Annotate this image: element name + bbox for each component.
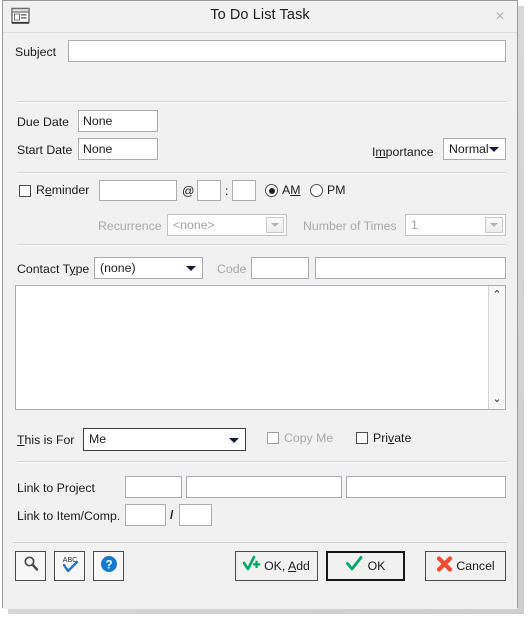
- divider-5: [13, 542, 507, 543]
- this-is-for-label: This is For: [17, 433, 75, 447]
- due-date-input[interactable]: None: [78, 110, 158, 132]
- contact-type-value: (none): [100, 261, 136, 275]
- reminder-checkbox[interactable]: [19, 185, 31, 197]
- private-label: Private: [373, 431, 412, 445]
- due-date-label: Due Date: [17, 115, 69, 129]
- reminder-label: Reminder: [36, 183, 90, 197]
- dialog-body: Subject Due Date None Start Date None Im…: [3, 33, 517, 609]
- link-project-code-input[interactable]: [125, 476, 182, 498]
- chevron-down-icon: [489, 147, 499, 152]
- copy-me-checkbox[interactable]: [267, 432, 279, 444]
- subject-input[interactable]: [68, 40, 506, 62]
- divider-2: [17, 172, 506, 174]
- link-separator-slash: /: [170, 508, 174, 522]
- start-date-input[interactable]: None: [78, 138, 158, 160]
- divider-4: [17, 461, 506, 463]
- ok-add-button[interactable]: OK, Add: [235, 551, 318, 581]
- check-icon: [345, 555, 363, 577]
- reminder-hour-input[interactable]: [197, 180, 221, 201]
- divider-3: [17, 244, 506, 246]
- help-button[interactable]: ?: [93, 551, 124, 581]
- close-icon[interactable]: ×: [491, 8, 509, 26]
- divider-1: [17, 101, 506, 103]
- contact-name-input[interactable]: [315, 257, 506, 279]
- chevron-down-icon: [485, 217, 503, 233]
- importance-select[interactable]: Normal: [443, 138, 506, 160]
- abc-spellcheck-icon: ABC: [59, 554, 81, 579]
- reminder-colon: :: [225, 184, 229, 198]
- importance-value: Normal: [449, 142, 489, 156]
- reminder-date-input[interactable]: [99, 180, 177, 201]
- recurrence-label: Recurrence: [98, 219, 162, 233]
- start-date-label: Start Date: [17, 143, 73, 157]
- subject-label: Subject: [15, 45, 57, 59]
- due-date-value: None: [83, 114, 113, 128]
- magnifier-icon: [22, 555, 40, 578]
- app-screenshot: To Do List Task × Subject Due Date None …: [0, 0, 532, 623]
- start-date-value: None: [83, 142, 113, 156]
- importance-label: Importance: [372, 145, 434, 159]
- scroll-down-icon[interactable]: ⌄: [489, 391, 505, 408]
- link-comp-input[interactable]: [179, 504, 212, 526]
- reminder-at-symbol: @: [182, 184, 195, 198]
- chevron-down-icon: [266, 217, 284, 233]
- link-project-name-input[interactable]: [186, 476, 342, 498]
- help-question-icon: ?: [100, 555, 118, 578]
- page-title: To Do List Task: [210, 7, 310, 23]
- cancel-button-label: Cancel: [456, 559, 495, 573]
- notes-textarea[interactable]: ⌃ ⌄: [15, 285, 506, 410]
- notes-scrollbar[interactable]: ⌃ ⌄: [488, 286, 505, 409]
- close-x-icon: [436, 555, 453, 577]
- contact-type-select[interactable]: (none): [94, 257, 203, 279]
- radio-pm-label: PM: [327, 183, 346, 197]
- this-is-for-value: Me: [89, 432, 107, 446]
- title-bar: To Do List Task ×: [3, 1, 517, 33]
- check-plus-icon: [242, 555, 261, 577]
- recurrence-select[interactable]: <none>: [167, 214, 287, 236]
- copy-me-label: Copy Me: [284, 431, 334, 445]
- scroll-up-icon[interactable]: ⌃: [489, 287, 505, 304]
- private-checkbox[interactable]: [356, 432, 368, 444]
- contact-code-input[interactable]: [251, 257, 309, 279]
- contact-type-label: Contact Type: [17, 262, 90, 276]
- this-is-for-select[interactable]: Me: [83, 428, 246, 451]
- link-to-project-label: Link to Project: [17, 481, 95, 495]
- number-of-times-select[interactable]: 1: [405, 214, 506, 236]
- link-to-item-label: Link to Item/Comp.: [17, 509, 121, 523]
- ok-add-button-label: OK, Add: [264, 559, 310, 573]
- cancel-button[interactable]: Cancel: [425, 551, 506, 581]
- todo-task-dialog: To Do List Task × Subject Due Date None …: [2, 0, 518, 609]
- link-item-input[interactable]: [125, 504, 166, 526]
- reminder-minute-input[interactable]: [232, 180, 256, 201]
- radio-am-label: AM: [282, 183, 301, 197]
- radio-pm[interactable]: [310, 184, 323, 197]
- number-of-times-label: Number of Times: [303, 219, 397, 233]
- number-of-times-value: 1: [411, 218, 418, 232]
- chevron-down-icon: [186, 266, 196, 271]
- svg-text:?: ?: [105, 559, 112, 571]
- code-label: Code: [217, 262, 247, 276]
- spellcheck-button[interactable]: ABC: [54, 551, 85, 581]
- ok-button-label: OK: [367, 559, 386, 573]
- chevron-down-icon: [229, 437, 239, 443]
- ok-button[interactable]: OK: [326, 551, 405, 581]
- recurrence-value: <none>: [173, 218, 215, 232]
- link-project-extra-input[interactable]: [346, 476, 506, 498]
- search-button[interactable]: [15, 551, 46, 581]
- radio-am[interactable]: [265, 184, 278, 197]
